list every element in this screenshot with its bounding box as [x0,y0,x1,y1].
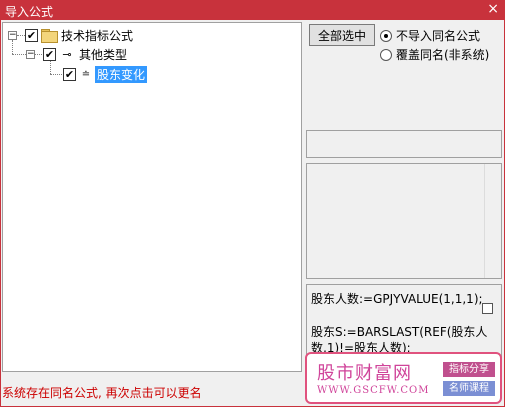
watermark-site-name: 股市财富网 [317,363,412,384]
tree-node-label[interactable]: 其他类型 [79,46,127,63]
option-no-import-same-name[interactable]: 不导入同名公式 [380,27,480,44]
watermark-tag: 名师课程 [443,381,495,396]
tree-node-category[interactable]: − ✔ ⊸ 其他类型 [26,46,127,62]
tree-node-root[interactable]: − ✔ 技术指标公式 [8,27,133,43]
option-label: 不导入同名公式 [396,29,481,43]
code-line: 股东人数:=GPJYVALUE(1,1,1); [311,292,483,306]
scrollbar[interactable] [484,164,501,278]
status-message: 系统存在同名公式, 再次点击可以更名 [2,386,202,400]
window-title: 导入公式 [5,5,54,19]
tree-connector [50,74,62,75]
tree-node-checkbox[interactable]: ✔ [63,67,76,81]
description-box[interactable] [306,163,502,279]
info-field [306,130,502,158]
tree-node-checkbox[interactable]: ✔ [43,47,56,61]
option-label: 覆盖同名(非系统) [396,48,490,62]
tree-connector [50,60,51,74]
folder-icon [41,29,58,43]
watermark-logo: 股市财富网 WWW.GSCFW.COM 指标分享 名师课程 [305,352,502,404]
key-icon: ⊸ [62,47,72,61]
tree-node-label[interactable]: 技术指标公式 [61,27,133,44]
watermark-tag: 指标分享 [443,362,495,377]
tree-node-checkbox[interactable]: ✔ [25,28,38,42]
watermark-url: WWW.GSCFW.COM [317,385,430,396]
formula-tree[interactable]: − ✔ 技术指标公式 − ✔ ⊸ 其他类型 ✔ ≐ 股东变化 [2,22,302,372]
close-icon[interactable]: × [487,1,499,18]
collapse-icon[interactable]: − [26,49,35,59]
title-bar[interactable]: 导入公式 × [0,0,505,20]
option-overwrite-same-name[interactable]: 覆盖同名(非系统) [380,46,489,63]
radio-selected-icon[interactable] [380,29,392,42]
tree-node-formula[interactable]: ✔ ≐ 股东变化 [63,65,148,83]
collapse-icon[interactable]: − [8,30,17,40]
radio-unselected-icon[interactable] [380,48,392,61]
tree-node-label-selected[interactable]: 股东变化 [95,65,148,83]
formula-icon: ≐ [81,68,91,80]
select-all-button[interactable]: 全部选中 [309,24,375,46]
code-checkbox[interactable] [482,303,493,314]
code-line: 股东S:=BARSLAST(REF(股东人 [311,325,488,339]
